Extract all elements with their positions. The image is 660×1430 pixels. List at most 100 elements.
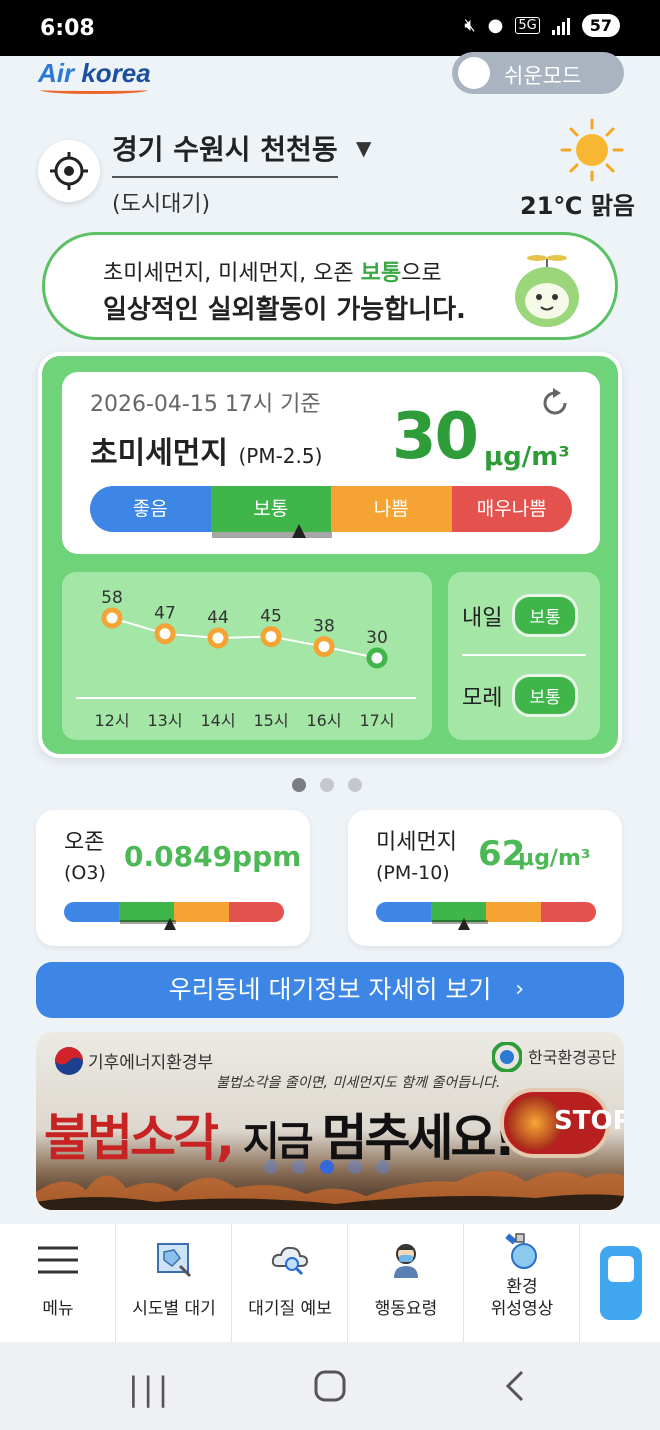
easy-mode-toggle[interactable]: 쉬운모드 xyxy=(452,52,624,94)
level-good xyxy=(376,902,431,922)
agency-name: 한국환경공단 xyxy=(528,1048,617,1067)
level-good xyxy=(64,902,119,922)
refresh-icon[interactable] xyxy=(538,386,572,420)
headline-mid: 지금 xyxy=(232,1119,322,1165)
banner-subtitle: 불법소각을 줄이면, 미세먼지도 함께 줄어듭니다. xyxy=(216,1075,501,1091)
chevron-right-icon: › xyxy=(515,977,524,1002)
forecast-badge: 보통 xyxy=(512,674,578,717)
trend-value-label: 38 xyxy=(313,617,335,637)
pm25-unit: μg/m³ xyxy=(484,442,570,472)
nav-label: 메뉴 xyxy=(42,1299,74,1319)
nav-action-guide[interactable]: 행동요령 xyxy=(348,1224,464,1342)
location-selector[interactable]: 경기 수원시 천천동 xyxy=(112,128,338,178)
pm10-label: 미세먼지 (PM-10) xyxy=(376,828,457,888)
system-navigation-bar: ||| xyxy=(0,1342,660,1430)
message-line1: 초미세먼지, 미세먼지, 오존 보통으로 xyxy=(103,255,442,287)
nav-label: 대기질 예보 xyxy=(248,1299,332,1319)
banner-dot[interactable] xyxy=(348,1160,362,1174)
mute-icon: 🔇︎ xyxy=(464,15,476,36)
ozone-name: 오존 xyxy=(64,830,105,855)
trend-point xyxy=(207,627,229,649)
trend-hour-label: 13시 xyxy=(147,711,182,730)
trend-point xyxy=(154,623,176,645)
mask-person-icon xyxy=(394,1244,418,1278)
pm10-scale xyxy=(376,902,596,922)
banner-dot[interactable] xyxy=(292,1160,306,1174)
map-icon xyxy=(157,1243,192,1278)
nav-label: 시도별 대기 xyxy=(132,1299,216,1319)
trend-value-label: 58 xyxy=(101,588,123,608)
banner-dot[interactable] xyxy=(376,1160,390,1174)
weather-summary: 21℃ 맑음 xyxy=(520,192,635,220)
status-bar: 6:08 🔇︎ ● 5G 57 xyxy=(0,0,660,56)
ozone-level-marker xyxy=(163,918,176,930)
hourly-trend-chart: 58 12시 47 13시 44 14시 45 15시 38 16시 30 17시 xyxy=(62,572,432,740)
level-bad xyxy=(486,902,541,922)
trend-hour-label: 16시 xyxy=(306,711,341,730)
forecast-divider xyxy=(462,654,586,656)
ozone-sub: (O3) xyxy=(64,862,106,884)
forecast-day: 모레 xyxy=(462,685,503,711)
back-button[interactable] xyxy=(502,1370,528,1410)
pm25-name: 초미세먼지 xyxy=(90,436,228,471)
nav-regional-air[interactable]: 시도별 대기 xyxy=(116,1224,232,1342)
pm10-unit: μg/m³ xyxy=(518,846,591,871)
easy-mode-label: 쉬운모드 xyxy=(504,64,582,88)
air-quality-message: 초미세먼지, 미세먼지, 오존 보통으로 일상적인 실외활동이 가능합니다. xyxy=(42,232,618,340)
pm25-value: 30 xyxy=(392,400,479,474)
nav-forecast[interactable]: 대기질 예보 xyxy=(232,1224,348,1342)
trend-hour-label: 14시 xyxy=(200,711,235,730)
forecast-row-day-after: 모레 보통 xyxy=(462,674,578,717)
level-normal: 보통 xyxy=(210,486,331,532)
toggle-knob xyxy=(458,57,490,89)
banner-dot[interactable] xyxy=(320,1160,334,1174)
trend-point xyxy=(313,636,335,658)
current-level-shadow xyxy=(212,532,332,538)
mascot-icon xyxy=(515,255,579,327)
status-icons: 🔇︎ ● 5G 57 xyxy=(464,14,620,37)
ozone-card[interactable]: 오존 (O3) 0.0849ppm xyxy=(36,810,310,946)
current-location-button[interactable] xyxy=(38,140,100,202)
carousel-dot[interactable] xyxy=(348,778,362,792)
trend-value-label: 44 xyxy=(207,608,229,628)
nav-satellite[interactable]: 환경 위성영상 xyxy=(464,1224,580,1342)
message-suffix: 으로 xyxy=(401,261,442,286)
device-toggle-button[interactable] xyxy=(600,1246,642,1320)
carousel-dot[interactable] xyxy=(292,778,306,792)
neighborhood-detail-button[interactable]: 우리동네 대기정보 자세히 보기 › xyxy=(36,962,624,1018)
trend-hour-label: 15시 xyxy=(253,711,288,730)
banner-dot[interactable] xyxy=(264,1160,278,1174)
message-line2: 일상적인 실외활동이 가능합니다. xyxy=(103,295,466,325)
network-label: 5G xyxy=(515,17,540,34)
pm25-card[interactable]: 2026-04-15 17시 기준 초미세먼지 (PM-2.5) 30 μg/m… xyxy=(38,352,622,758)
recent-apps-button[interactable]: ||| xyxy=(128,1370,172,1408)
forecast-day: 내일 xyxy=(462,605,503,631)
current-level-marker xyxy=(292,524,306,538)
trend-value-label: 45 xyxy=(260,607,282,627)
bottom-navigation: 메뉴 시도별 대기 대기질 예보 행동요령 환경 위성영상 xyxy=(0,1224,660,1342)
headline-red: 불법소각, xyxy=(44,1109,235,1167)
level-bad: 나쁨 xyxy=(331,486,452,532)
nav-menu[interactable]: 메뉴 xyxy=(0,1224,116,1342)
level-very-bad xyxy=(229,902,284,922)
campaign-banner[interactable]: 기후에너지환경부 한국환경공단 불법소각을 줄이면, 미세먼지도 함께 줄어듭니… xyxy=(36,1032,624,1210)
trend-point xyxy=(101,607,123,629)
cloud-search-icon xyxy=(271,1246,309,1276)
menu-icon xyxy=(38,1246,78,1274)
home-button[interactable] xyxy=(314,1370,346,1410)
trend-svg: 58 12시 47 13시 44 14시 45 15시 38 16시 30 17시 xyxy=(76,588,416,730)
pm10-card[interactable]: 미세먼지 (PM-10) 62 μg/m³ xyxy=(348,810,622,946)
detail-button-label: 우리동네 대기정보 자세히 보기 xyxy=(168,975,492,1004)
sun-icon xyxy=(560,118,624,182)
pm10-name: 미세먼지 xyxy=(376,830,457,855)
trend-value-label: 30 xyxy=(366,628,388,648)
dropdown-caret-icon[interactable]: ▼ xyxy=(356,136,371,160)
level-very-bad xyxy=(541,902,596,922)
airkorea-logo: Air korea xyxy=(38,58,151,88)
banner-dots xyxy=(264,1160,390,1174)
carousel-dot[interactable] xyxy=(320,778,334,792)
pm10-sub: (PM-10) xyxy=(376,862,450,884)
forecast-panel: 내일 보통 모레 보통 xyxy=(448,572,600,740)
pm25-panel: 2026-04-15 17시 기준 초미세먼지 (PM-2.5) 30 μg/m… xyxy=(62,372,600,554)
trend-line xyxy=(111,617,378,659)
